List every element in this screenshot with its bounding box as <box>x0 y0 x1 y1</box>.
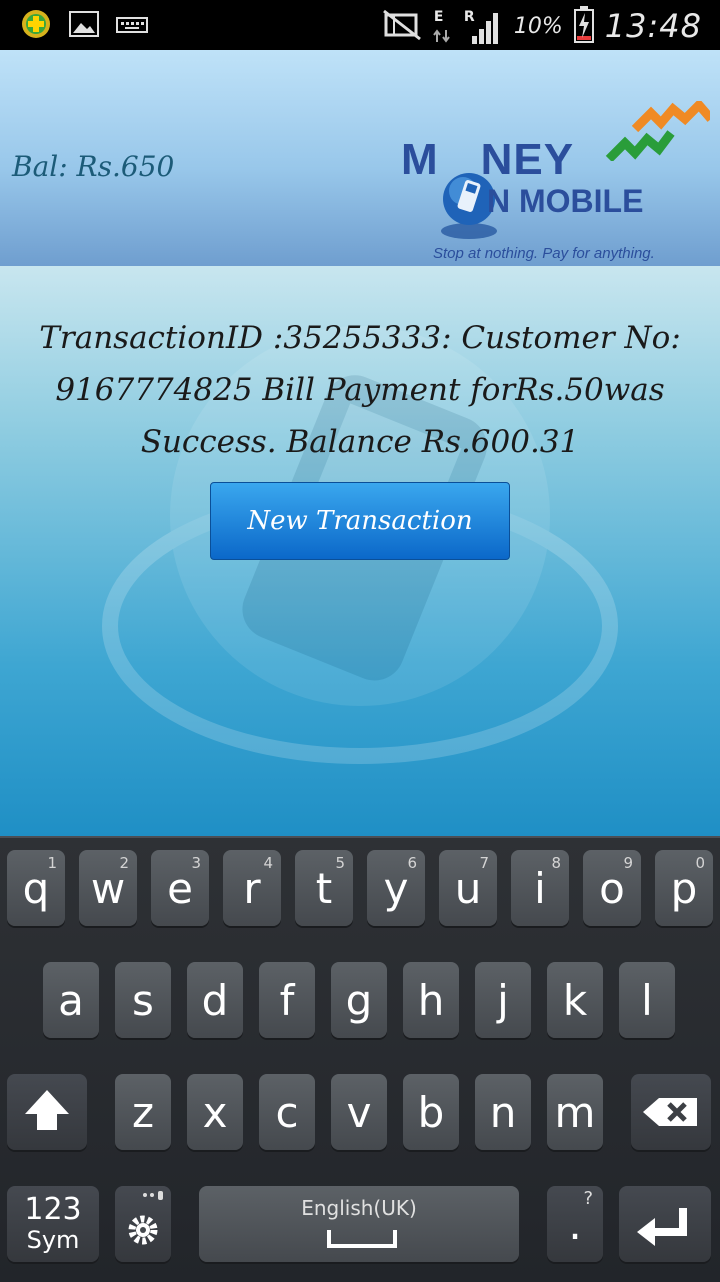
spacebar-icon <box>327 1230 397 1248</box>
shift-key[interactable] <box>7 1074 87 1150</box>
key-d[interactable]: d <box>187 962 243 1038</box>
backspace-key[interactable] <box>631 1074 711 1150</box>
settings-key[interactable] <box>115 1186 171 1262</box>
key-l[interactable]: l <box>619 962 675 1038</box>
battery-percent: 10% <box>513 13 563 39</box>
key-c[interactable]: c <box>259 1074 315 1150</box>
key-label: m <box>554 1088 596 1137</box>
key-q[interactable]: q1 <box>7 850 65 926</box>
key-p[interactable]: p0 <box>655 850 713 926</box>
gear-icon <box>128 1191 163 1245</box>
money-on-mobile-logo: M NEY N MOBILE Stop at nothing. Pay for a… <box>395 75 715 262</box>
key-number-hint: 0 <box>695 854 705 872</box>
period-key[interactable]: ?. <box>547 1186 603 1262</box>
key-z[interactable]: z <box>115 1074 171 1150</box>
space-key[interactable]: English(UK) <box>199 1186 519 1262</box>
key-y[interactable]: y6 <box>367 850 425 926</box>
key-i[interactable]: i8 <box>511 850 569 926</box>
app-header: Bal: Rs.650 M NEY N MOBILE Stop at nothin… <box>0 50 720 266</box>
network-type-e: E <box>433 9 444 25</box>
key-label: g <box>345 976 373 1025</box>
key-k[interactable]: k <box>547 962 603 1038</box>
key-label: n <box>489 1088 517 1137</box>
data-arrows-icon: E <box>432 6 454 46</box>
key-t[interactable]: t5 <box>295 850 353 926</box>
key-a[interactable]: a <box>43 962 99 1038</box>
key-label: v <box>346 1088 372 1137</box>
keyboard-language: English(UK) <box>301 1196 417 1220</box>
enter-key[interactable] <box>619 1186 711 1262</box>
key-o[interactable]: o9 <box>583 850 641 926</box>
key-label: c <box>275 1088 299 1137</box>
key-label: s <box>132 976 154 1025</box>
logo-m: M <box>401 135 439 184</box>
key-m[interactable]: m <box>547 1074 603 1150</box>
key-number-hint: 4 <box>263 854 273 872</box>
battery-charging-icon <box>573 4 595 48</box>
key-u[interactable]: u7 <box>439 850 497 926</box>
logo-mobile-text: N MOBILE <box>487 183 644 219</box>
keyboard-icon <box>116 8 148 40</box>
symbols-key-line2: Sym <box>26 1226 80 1254</box>
key-label: z <box>131 1088 155 1137</box>
key-h[interactable]: h <box>403 962 459 1038</box>
key-number-hint: 2 <box>119 854 129 872</box>
main-content: TransactionID :35255333: Customer No: 91… <box>0 266 720 836</box>
mic-icon <box>158 1191 163 1200</box>
nfc-off-icon <box>382 7 422 45</box>
key-label: h <box>417 976 445 1025</box>
backspace-icon <box>643 1098 697 1126</box>
transaction-message: TransactionID :35255333: Customer No: 91… <box>30 312 690 468</box>
image-icon <box>68 8 100 40</box>
key-f[interactable]: f <box>259 962 315 1038</box>
key-label: . <box>568 1200 582 1249</box>
key-number-hint: 7 <box>479 854 489 872</box>
symbols-key[interactable]: 123 Sym <box>7 1186 99 1262</box>
key-label: l <box>641 976 653 1025</box>
key-b[interactable]: b <box>403 1074 459 1150</box>
symbols-key-line1: 123 <box>24 1192 82 1227</box>
soft-keyboard: q 1 w 2 e 3 r 4 t 5 y 6 u 7 i 8 o 9 p 0 a s d f g h j k l z x c v b n m 123 S… <box>0 836 720 1282</box>
key-w[interactable]: w2 <box>79 850 137 926</box>
key-s[interactable]: s <box>115 962 171 1038</box>
key-label: b <box>417 1088 445 1137</box>
key-number-hint: 8 <box>551 854 561 872</box>
key-label: j <box>497 976 509 1025</box>
logo-tagline: Stop at nothing. Pay for anything. <box>433 245 655 262</box>
key-x[interactable]: x <box>187 1074 243 1150</box>
key-n[interactable]: n <box>475 1074 531 1150</box>
key-number-hint: 9 <box>623 854 633 872</box>
key-label: a <box>58 976 84 1025</box>
signal-icon: R <box>464 6 504 46</box>
key-number-hint: 5 <box>335 854 345 872</box>
message-line: Success. Balance Rs.600.31 <box>140 424 580 460</box>
clock: 13:48 <box>604 7 702 45</box>
key-e[interactable]: e3 <box>151 850 209 926</box>
key-g[interactable]: g <box>331 962 387 1038</box>
status-bar: E R 10% 13:48 <box>0 0 720 50</box>
key-label: d <box>201 976 229 1025</box>
key-number-hint: 3 <box>191 854 201 872</box>
message-line: TransactionID :35255333: Customer No: <box>39 320 681 356</box>
key-r[interactable]: r4 <box>223 850 281 926</box>
balance-label: Bal: Rs.650 <box>12 150 175 183</box>
key-label: f <box>279 976 295 1025</box>
shift-arrow-icon <box>25 1090 69 1130</box>
key-v[interactable]: v <box>331 1074 387 1150</box>
key-label: k <box>562 976 588 1025</box>
key-number-hint: 6 <box>407 854 417 872</box>
key-label: x <box>202 1088 228 1137</box>
key-j[interactable]: j <box>475 962 531 1038</box>
growth-arrows-icon <box>605 101 710 161</box>
message-line: 9167774825 Bill Payment forRs.50was <box>55 372 665 408</box>
new-transaction-button[interactable]: New Transaction <box>210 482 510 560</box>
key-number-hint: 1 <box>47 854 57 872</box>
app-notification-icon <box>20 8 52 40</box>
enter-icon <box>637 1208 687 1246</box>
